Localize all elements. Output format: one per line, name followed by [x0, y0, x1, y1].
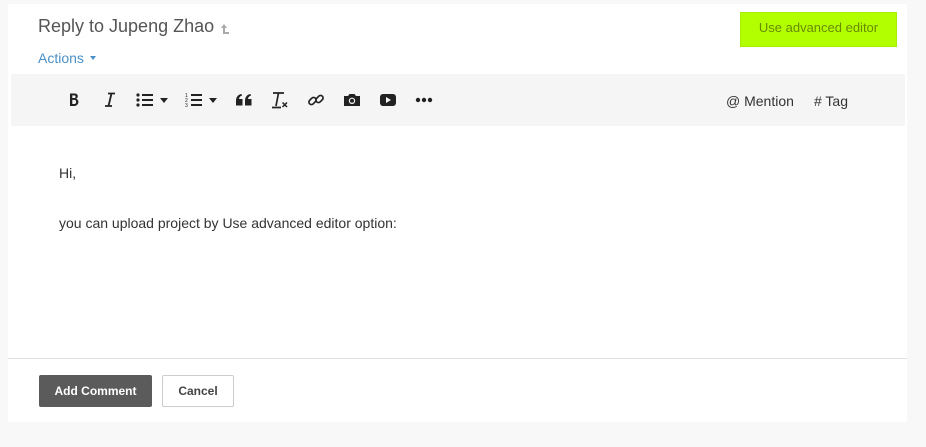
quote-icon	[236, 94, 252, 106]
chevron-down-icon	[89, 56, 96, 60]
link-button[interactable]	[304, 88, 328, 112]
italic-button[interactable]	[98, 88, 122, 112]
editor-toolbar: 1 2 3 @ Mention # Tag	[11, 74, 905, 126]
numbered-list-button[interactable]: 1 2 3	[182, 88, 206, 112]
numbered-list-dropdown[interactable]	[207, 88, 219, 112]
video-icon	[380, 94, 396, 106]
caret-down-icon	[209, 97, 217, 103]
actions-label: Actions	[38, 50, 84, 66]
remove-format-button[interactable]	[268, 88, 292, 112]
reply-title: Reply to Jupeng Zhao	[38, 16, 215, 36]
camera-icon	[344, 94, 360, 106]
add-comment-button[interactable]: Add Comment	[39, 375, 152, 407]
reply-arrow-icon	[221, 24, 229, 34]
editor-line: Hi,	[59, 165, 77, 181]
numbered-list-icon: 1 2 3	[185, 93, 202, 108]
bulleted-list-dropdown[interactable]	[158, 88, 170, 112]
insert-video-button[interactable]	[376, 88, 400, 112]
actions-dropdown[interactable]: Actions	[38, 50, 96, 66]
tag-button[interactable]: # Tag	[814, 93, 848, 109]
use-advanced-editor-button[interactable]: Use advanced editor	[740, 12, 897, 47]
reply-panel: Reply to Jupeng Zhao Use advanced editor…	[8, 4, 907, 422]
footer-divider	[8, 358, 907, 359]
link-icon	[308, 94, 324, 106]
more-icon	[415, 97, 433, 103]
mention-button[interactable]: @ Mention	[726, 93, 794, 109]
caret-down-icon	[160, 97, 168, 103]
italic-icon	[105, 92, 115, 107]
cancel-button[interactable]: Cancel	[162, 375, 234, 407]
clear-format-icon	[272, 92, 288, 109]
editor-line: you can upload project by Use advanced e…	[59, 215, 397, 231]
bold-button[interactable]	[62, 88, 86, 112]
bulleted-list-button[interactable]	[133, 88, 157, 112]
bold-icon	[70, 93, 79, 106]
bulleted-list-icon	[136, 93, 153, 107]
svg-text:3: 3	[185, 103, 188, 108]
editor-content-area[interactable]: Hi, you can upload project by Use advanc…	[11, 126, 905, 358]
more-options-button[interactable]	[412, 88, 436, 112]
blockquote-button[interactable]	[232, 88, 256, 112]
insert-photo-button[interactable]	[340, 88, 364, 112]
